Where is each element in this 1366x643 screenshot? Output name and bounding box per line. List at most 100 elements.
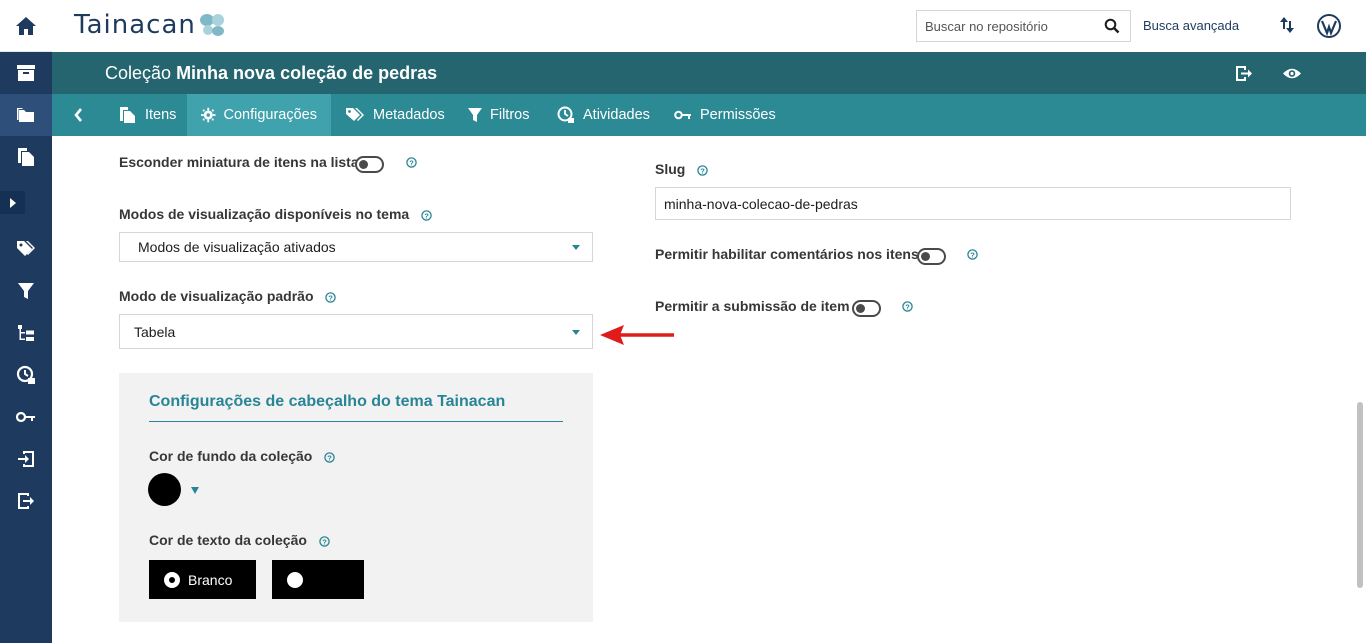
sidebar-activities-button[interactable] <box>0 354 52 396</box>
tab-metadata[interactable]: Metadados <box>331 94 459 136</box>
tab-label: Filtros <box>490 107 530 123</box>
tab-label: Itens <box>145 107 177 123</box>
default-view-label: Modo de visualização padrão ? <box>119 288 337 304</box>
home-button[interactable] <box>0 0 52 52</box>
tags-icon <box>17 241 35 256</box>
tab-label: Metadados <box>373 107 445 123</box>
help-icon[interactable]: ? <box>967 249 978 260</box>
radio-checked <box>164 571 180 588</box>
view-modes-select[interactable]: Modos de visualização ativados <box>119 232 593 262</box>
help-icon[interactable]: ? <box>697 165 708 176</box>
collection-name: Minha nova coleção de pedras <box>176 63 438 83</box>
bg-color-label: Cor de fundo da coleção ? <box>149 448 335 464</box>
top-header: Tainacan Busca avançada <box>52 0 1366 52</box>
color-picker-caret-icon[interactable] <box>191 487 199 494</box>
theme-header-settings: Configurações de cabeçalho do tema Taina… <box>119 373 593 622</box>
select-value: Modos de visualização ativados <box>138 239 336 255</box>
search-box <box>916 10 1131 42</box>
slug-label: Slug ? <box>655 161 708 177</box>
caret-right-icon <box>9 197 16 208</box>
tab-label: Permissões <box>700 107 776 123</box>
sidebar-expand-button[interactable] <box>0 191 25 214</box>
default-view-select[interactable]: Tabela <box>119 314 593 349</box>
slug-input[interactable]: minha-nova-colecao-de-pedras <box>655 187 1291 220</box>
key-icon <box>674 110 691 120</box>
tab-permissions[interactable]: Permissões <box>660 94 790 136</box>
allow-comments-toggle[interactable] <box>917 248 946 265</box>
text-color-black-option[interactable] <box>272 560 364 599</box>
allow-submission-toggle[interactable] <box>852 300 881 317</box>
back-button[interactable] <box>52 94 104 136</box>
select-value: Tabela <box>134 323 176 340</box>
caret-down-icon <box>572 329 580 335</box>
text-color-white-option[interactable]: Branco <box>149 560 256 599</box>
import-icon <box>18 451 34 467</box>
tainacan-logo[interactable]: Tainacan <box>74 10 226 40</box>
tab-label: Atividades <box>583 107 650 123</box>
tab-activities[interactable]: Atividades <box>543 94 664 136</box>
svg-text:?: ? <box>700 166 705 175</box>
gear-icon <box>201 107 216 123</box>
settings-form: Esconder miniatura de itens na lista ? M… <box>52 136 1366 643</box>
left-sidebar <box>0 0 52 643</box>
sidebar-export-button[interactable] <box>0 480 52 522</box>
help-icon[interactable]: ? <box>324 452 335 463</box>
sort-arrows-icon[interactable] <box>1280 15 1294 35</box>
wordpress-icon[interactable] <box>1317 14 1341 38</box>
svg-text:?: ? <box>905 302 910 311</box>
option-label: Branco <box>188 571 233 588</box>
key-icon <box>16 411 35 423</box>
divider <box>149 421 563 422</box>
sidebar-taxonomies-button[interactable] <box>0 312 52 354</box>
tab-settings[interactable]: Configurações <box>187 94 331 136</box>
tab-filters[interactable]: Filtros <box>454 94 543 136</box>
sidebar-items-button[interactable] <box>0 94 52 136</box>
folders-icon <box>17 108 34 122</box>
svg-text:?: ? <box>327 453 332 462</box>
help-icon[interactable]: ? <box>902 301 913 312</box>
scrollbar[interactable] <box>1357 402 1363 588</box>
activities-icon <box>557 106 574 123</box>
tab-label: Configurações <box>223 107 318 123</box>
search-input[interactable] <box>917 18 1097 34</box>
search-icon[interactable] <box>1104 18 1120 34</box>
sidebar-filters-button[interactable] <box>0 270 52 312</box>
sidebar-import-button[interactable] <box>0 438 52 480</box>
hide-thumbnails-toggle[interactable] <box>355 156 384 173</box>
field-label-text: Permitir habilitar comentários nos itens <box>655 246 919 262</box>
field-label-text: Modo de visualização padrão <box>119 288 314 304</box>
export-icon <box>18 493 34 509</box>
advanced-search-link[interactable]: Busca avançada <box>1143 18 1239 33</box>
svg-text:?: ? <box>409 158 414 167</box>
logo-text: Tainacan <box>74 10 196 40</box>
chevron-left-icon <box>73 108 82 122</box>
eye-icon[interactable] <box>1282 67 1302 80</box>
sidebar-collections-button[interactable] <box>0 52 52 94</box>
filter-icon <box>468 108 482 122</box>
taxonomy-icon <box>18 325 34 341</box>
home-icon <box>16 16 36 35</box>
svg-text:?: ? <box>322 537 327 546</box>
help-icon[interactable]: ? <box>421 210 432 221</box>
collection-header: Coleção Minha nova coleção de pedras <box>52 52 1366 94</box>
sidebar-metadata-button[interactable] <box>0 228 52 270</box>
sidebar-capabilities-button[interactable] <box>0 396 52 438</box>
view-site-icon[interactable] <box>1235 65 1253 82</box>
butterfly-logo-icon <box>199 14 224 36</box>
sidebar-documents-button[interactable] <box>0 136 52 178</box>
field-label-text: Slug <box>655 161 686 177</box>
documents-icon <box>18 148 34 166</box>
help-icon[interactable]: ? <box>319 536 330 547</box>
field-label-text: Modos de visualização disponíveis no tem… <box>119 206 410 222</box>
theme-settings-title: Configurações de cabeçalho do tema Taina… <box>149 393 506 410</box>
field-label-text: Permitir a submissão de item <box>655 298 850 314</box>
filter-icon <box>18 283 34 299</box>
view-modes-label: Modos de visualização disponíveis no tem… <box>119 206 432 222</box>
activities-icon <box>16 365 35 384</box>
bg-color-swatch[interactable] <box>148 473 181 506</box>
items-icon <box>120 107 135 123</box>
help-icon[interactable]: ? <box>406 157 417 168</box>
help-icon[interactable]: ? <box>325 292 337 303</box>
tab-items[interactable]: Itens <box>105 94 190 136</box>
hide-thumbnails-label: Esconder miniatura de itens na lista <box>119 154 359 170</box>
